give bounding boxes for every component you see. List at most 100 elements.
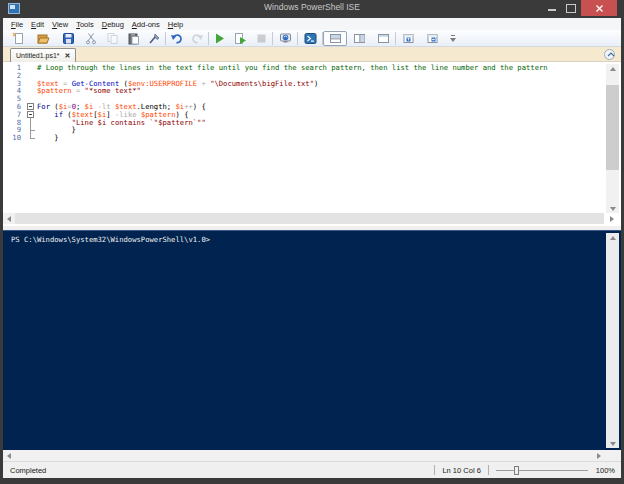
copy-icon [106, 32, 119, 45]
undo-icon [170, 32, 183, 45]
script-pane[interactable]: 1 # Loop through the lines in the text fi… [3, 62, 621, 226]
open-script-icon [37, 32, 50, 45]
editor-hscroll-thumb[interactable] [15, 213, 604, 224]
show-command-addon-button[interactable] [420, 31, 444, 46]
status-text: Completed [10, 466, 427, 475]
client-area: FileEditViewToolsDebugAdd-onsHelp Untitl… [3, 18, 621, 478]
line-number: 3 [3, 80, 25, 88]
redo-icon [191, 32, 204, 45]
fold-collapse-icon[interactable] [27, 111, 34, 118]
editor-horizontal-scrollbar[interactable] [3, 213, 604, 224]
fold-margin [25, 95, 37, 103]
console-scroll-right-icon[interactable] [593, 450, 604, 461]
console-prompt: PS C:\Windows\System32\WindowsPowerShell… [11, 235, 210, 244]
code-line: 1 # Loop through the lines in the text fi… [3, 64, 605, 72]
line-number: 5 [3, 95, 25, 103]
fold-collapse-icon[interactable] [27, 103, 34, 110]
toolbar-overflow-icon[interactable] [449, 32, 458, 45]
chevron-up-icon [607, 52, 615, 58]
title-bar: Windows PowerShell ISE [0, 0, 624, 18]
paste-icon [127, 32, 140, 45]
line-number: 6 [3, 103, 25, 111]
fold-margin [25, 87, 37, 95]
code-line: 8 "Line $i contains `"$pattern`"" [3, 119, 605, 127]
fold-margin [25, 80, 37, 88]
new-remote-powershell-tab-button[interactable] [273, 31, 297, 46]
collapse-script-pane-button[interactable] [604, 49, 615, 60]
console-vertical-scrollbar[interactable] [606, 233, 619, 448]
menu-item-tools[interactable]: Tools [72, 19, 98, 30]
scroll-down-icon[interactable] [606, 204, 619, 213]
undo-button[interactable] [166, 31, 187, 46]
console-scroll-up-icon[interactable] [606, 233, 619, 242]
start-powershell-button[interactable] [298, 31, 322, 46]
cut-icon [85, 32, 98, 45]
tab-close-icon[interactable]: ✕ [65, 52, 71, 60]
open-script-button[interactable] [31, 31, 56, 46]
redo-button[interactable] [187, 31, 208, 46]
show-command-addon-icon [426, 32, 439, 45]
fold-margin [25, 64, 37, 72]
window-title: Windows PowerShell ISE [0, 2, 624, 12]
editor-vertical-scrollbar[interactable] [606, 64, 619, 213]
show-script-pane-right-button[interactable] [347, 31, 371, 46]
scroll-right-icon[interactable] [606, 213, 617, 224]
menu-item-view[interactable]: View [48, 19, 72, 30]
zoom-slider-thumb[interactable] [514, 466, 519, 475]
cut-button[interactable] [81, 31, 102, 46]
fold-margin [25, 72, 37, 80]
run-script-button[interactable] [209, 31, 230, 46]
run-script-icon [213, 32, 226, 45]
run-selection-button[interactable] [230, 31, 251, 46]
close-icon [595, 4, 604, 13]
line-number: 1 [3, 64, 25, 72]
show-command-window-button[interactable] [396, 31, 420, 46]
fold-margin [25, 103, 37, 111]
code-text: # Loop through the lines in the text fil… [37, 64, 548, 72]
zoom-slider-track [496, 470, 588, 471]
tab-untitled1[interactable]: Untitled1.ps1* ✕ [10, 48, 76, 62]
line-number: 2 [3, 72, 25, 80]
scroll-left-icon[interactable] [3, 213, 14, 224]
menu-item-file[interactable]: File [7, 19, 27, 30]
zoom-slider[interactable] [496, 465, 588, 476]
fold-margin [25, 126, 37, 134]
menu-item-edit[interactable]: Edit [27, 19, 48, 30]
new-script-button[interactable] [6, 31, 31, 46]
line-number: 8 [3, 119, 25, 127]
clear-console-pane-button[interactable] [144, 31, 165, 46]
paste-button[interactable] [123, 31, 144, 46]
code-line: 4$pattern = "*some text*" [3, 87, 605, 95]
show-script-pane-maximized-button[interactable] [371, 31, 395, 46]
menu-item-help[interactable]: Help [164, 19, 187, 30]
stop-operation-button[interactable] [251, 31, 272, 46]
menu-item-addons[interactable]: Add-ons [128, 19, 164, 30]
copy-button[interactable] [102, 31, 123, 46]
show-script-pane-right-icon [353, 32, 366, 45]
minimize-button[interactable] [544, 0, 560, 16]
code-area[interactable]: 1 # Loop through the lines in the text fi… [3, 64, 605, 142]
console-scroll-left-icon[interactable] [3, 450, 14, 461]
editor-vscroll-thumb[interactable] [606, 85, 619, 170]
scroll-up-icon[interactable] [606, 64, 619, 73]
maximize-button[interactable] [562, 0, 578, 16]
cursor-position: Ln 10 Col 6 [442, 466, 480, 475]
run-selection-icon [234, 32, 247, 45]
save-script-icon [62, 32, 75, 45]
zoom-level: 100% [596, 466, 615, 475]
console-scroll-down-icon[interactable] [606, 439, 619, 448]
status-bar: Completed Ln 10 Col 6 100% [3, 461, 621, 478]
code-line: 9 } [3, 126, 605, 134]
line-number: 7 [3, 111, 25, 119]
new-remote-powershell-tab-icon [279, 32, 292, 45]
menu-bar: FileEditViewToolsDebugAdd-onsHelp [3, 18, 621, 30]
console-horizontal-scrollbar[interactable] [3, 450, 621, 461]
code-text: } [37, 134, 59, 142]
powershell-ise-window: Windows PowerShell ISE FileEditViewTools… [0, 0, 624, 484]
show-script-pane-top-button[interactable] [323, 31, 347, 46]
menu-item-debug[interactable]: Debug [98, 19, 128, 30]
start-powershell-icon [304, 32, 317, 45]
console-pane[interactable]: PS C:\Windows\System32\WindowsPowerShell… [3, 230, 621, 450]
close-button[interactable] [581, 0, 617, 16]
save-script-button[interactable] [56, 31, 81, 46]
